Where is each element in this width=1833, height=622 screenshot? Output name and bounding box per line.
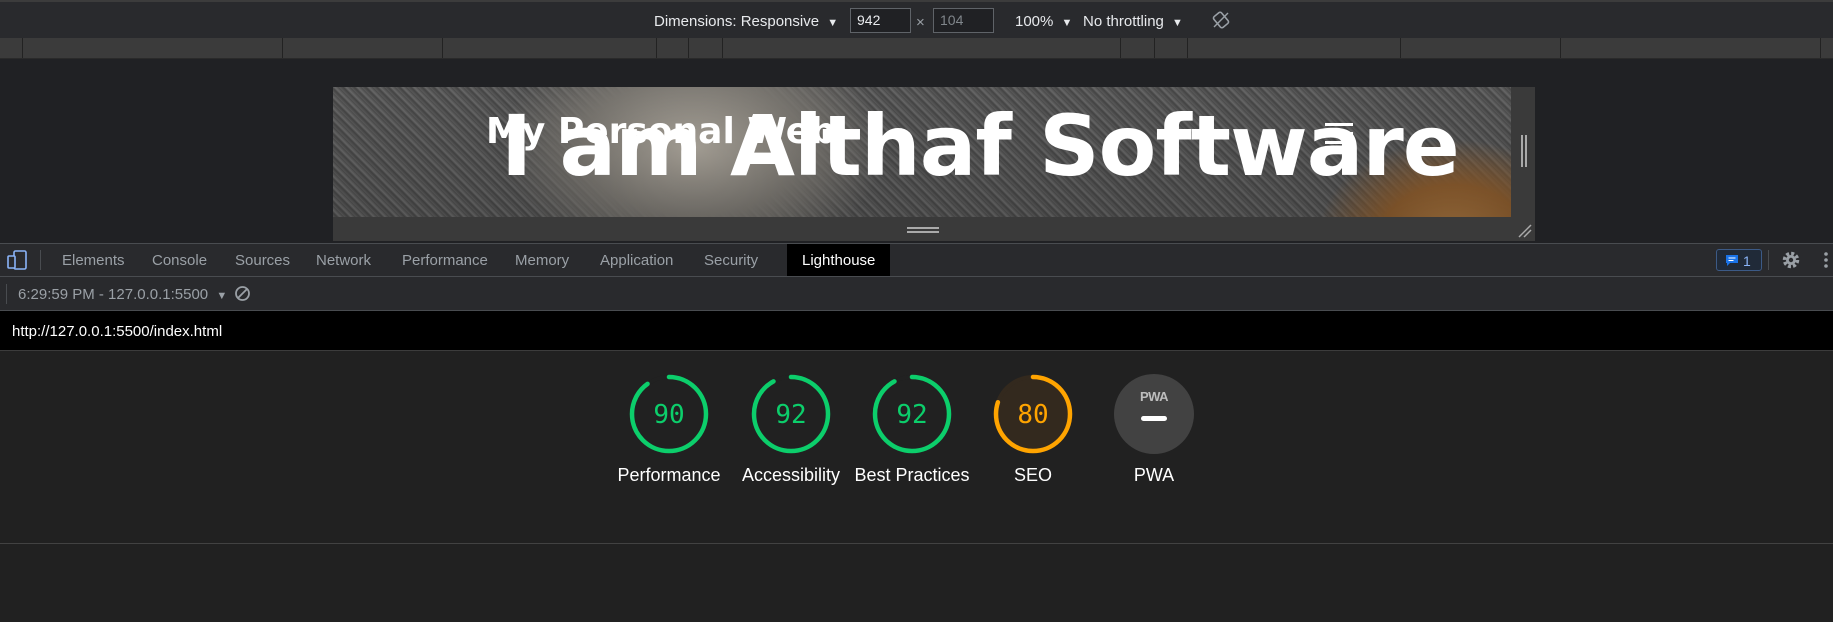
message-icon: [1726, 255, 1738, 266]
score-ring: 92: [751, 374, 831, 454]
score-ring: 90: [629, 374, 709, 454]
devtools-tab-bar: Elements Console Sources Network Perform…: [0, 243, 1833, 277]
score-ring: 80: [993, 374, 1073, 454]
report-selector[interactable]: 6:29:59 PM - 127.0.0.1:5500 ▼: [18, 286, 227, 303]
resize-handle-corner[interactable]: [1511, 217, 1535, 241]
throttling-dropdown[interactable]: No throttling ▼: [1083, 13, 1183, 30]
tab-memory[interactable]: Memory: [503, 244, 581, 276]
report-url[interactable]: http://127.0.0.1:5500/index.html: [12, 323, 222, 340]
resize-handle-bottom[interactable]: [333, 217, 1511, 241]
score-value: 90: [653, 400, 684, 430]
chevron-down-icon: ▼: [216, 290, 228, 302]
tab-elements[interactable]: Elements: [50, 244, 137, 276]
resize-handle-right[interactable]: [1511, 87, 1535, 217]
settings-gear-icon[interactable]: [1781, 250, 1801, 275]
score-gauge-pwa[interactable]: PWA PWA: [1094, 373, 1214, 488]
dimensions-label: Dimensions: Responsive: [654, 13, 820, 30]
tab-lighthouse[interactable]: Lighthouse: [787, 244, 891, 276]
chevron-down-icon: ▼: [827, 17, 839, 29]
more-options-icon[interactable]: [1823, 251, 1829, 274]
throttling-label: No throttling: [1083, 13, 1164, 30]
device-toggle-icon[interactable]: [6, 250, 28, 275]
lighthouse-scores: 90 Performance 92 Accessibility 92 Best Pract…: [0, 351, 1833, 544]
score-ring: 92: [872, 374, 952, 454]
width-input[interactable]: 942: [850, 8, 911, 33]
dimensions-dropdown[interactable]: Dimensions: Responsive ▼: [654, 13, 838, 30]
tab-console[interactable]: Console: [140, 244, 219, 276]
gauge-label: SEO: [1013, 465, 1052, 485]
score-value: 80: [1017, 400, 1048, 430]
gauge-label: Best Practices: [854, 465, 970, 485]
issues-badge[interactable]: 1: [1716, 249, 1762, 271]
tab-application[interactable]: Application: [588, 244, 685, 276]
tab-sources[interactable]: Sources: [223, 244, 302, 276]
issues-count: 1: [1743, 253, 1751, 269]
zoom-label: 100%: [1015, 13, 1054, 30]
media-query-ruler[interactable]: [0, 38, 1833, 59]
score-value: 92: [896, 400, 927, 430]
page-preview[interactable]: My Personal Web I am Althaf Software: [333, 87, 1511, 217]
score-value: 92: [775, 400, 806, 430]
zoom-dropdown[interactable]: 100% ▼: [1015, 13, 1072, 30]
tab-security[interactable]: Security: [692, 244, 770, 276]
gauge-label: Performance: [617, 465, 721, 485]
hero-heading: I am Althaf Software: [501, 97, 1460, 195]
hamburger-menu-icon[interactable]: [1325, 123, 1353, 150]
gauge-label: Accessibility: [741, 465, 841, 485]
times-separator: ×: [916, 14, 925, 31]
chevron-down-icon: ▼: [1061, 17, 1073, 29]
chevron-down-icon: ▼: [1172, 17, 1183, 29]
clear-all-icon[interactable]: [234, 285, 251, 307]
report-url-bar: http://127.0.0.1:5500/index.html: [0, 311, 1833, 351]
report-body: [0, 544, 1833, 622]
tab-network[interactable]: Network: [304, 244, 383, 276]
score-gauge-accessibility[interactable]: 92 Accessibility: [731, 373, 851, 488]
gauge-label: PWA: [1133, 465, 1175, 485]
height-input[interactable]: 104: [933, 8, 994, 33]
score-gauge-performance[interactable]: 90 Performance: [609, 373, 729, 488]
lighthouse-report-bar: 6:29:59 PM - 127.0.0.1:5500 ▼: [0, 277, 1833, 311]
report-selector-label: 6:29:59 PM - 127.0.0.1:5500: [18, 286, 209, 303]
pwa-badge-icon: PWA: [1114, 374, 1194, 454]
device-toolbar: Dimensions: Responsive ▼ 942 × 104 100% …: [0, 0, 1833, 38]
score-gauge-seo[interactable]: 80 SEO: [973, 373, 1093, 488]
pwa-badge-text: PWA: [1140, 389, 1169, 404]
score-gauge-best-practices[interactable]: 92 Best Practices: [852, 373, 972, 488]
tab-performance[interactable]: Performance: [390, 244, 500, 276]
rotate-icon[interactable]: [1212, 11, 1230, 34]
resize-corner-icon: [1518, 224, 1532, 238]
